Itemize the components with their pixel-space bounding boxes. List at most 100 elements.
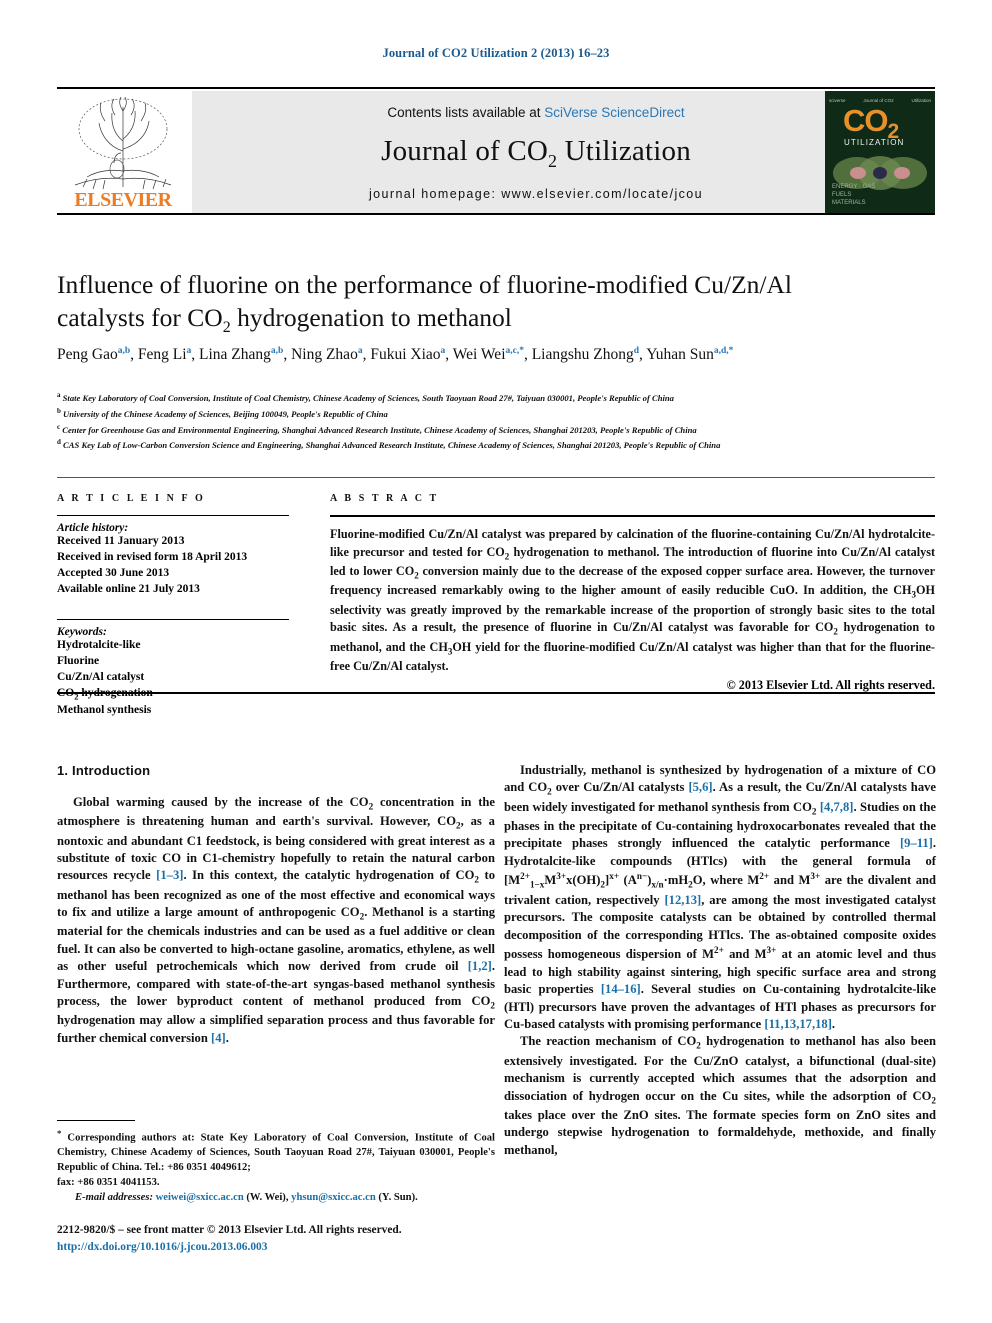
author-affiliation-mark: d bbox=[633, 345, 640, 356]
journal-title-p1: Journal of CO bbox=[381, 135, 549, 167]
keywords-divider bbox=[57, 619, 289, 621]
intro-paragraph-1: Global warming caused by the increase of… bbox=[57, 795, 496, 1045]
article-history-heading: Article history: bbox=[57, 522, 129, 534]
article-title-line2a: catalysts for CO bbox=[57, 303, 223, 333]
author: Ning Zhaoa bbox=[291, 345, 363, 363]
citation-link[interactable]: [14–16] bbox=[601, 982, 641, 996]
body-column-right: Industrially, methanol is synthesized by… bbox=[504, 762, 936, 1159]
affiliation: a State Key Laboratory of Coal Conversio… bbox=[57, 391, 674, 403]
author-affiliation-mark: a,d,* bbox=[713, 345, 734, 356]
journal-title: Journal of CO2 Utilization bbox=[192, 135, 880, 172]
paper-page: Journal of CO2 Utilization 2 (2013) 16–2… bbox=[0, 0, 992, 1323]
affiliation-mark: a bbox=[57, 391, 61, 399]
elsevier-logo: ELSEVIER bbox=[57, 91, 189, 213]
author-affiliation-mark: a bbox=[186, 345, 192, 356]
keywords-block: Keywords: Hydrotalcite-like Fluorine Cu/Zn… bbox=[57, 619, 289, 718]
citation-link[interactable]: [9–11] bbox=[900, 836, 933, 850]
keyword-item: Methanol synthesis bbox=[57, 704, 152, 717]
article-info-label: A R T I C L E I N F O bbox=[57, 493, 206, 504]
affiliation-mark: b bbox=[57, 406, 61, 415]
journal-title-sub: 2 bbox=[548, 150, 558, 171]
journal-title-p2: Utilization bbox=[557, 135, 691, 167]
abstract-divider bbox=[330, 515, 935, 517]
footnote-emails: E-mail addresses: weiwei@sxicc.ac.cn (W.… bbox=[75, 1191, 418, 1203]
footnote-rule bbox=[57, 1120, 135, 1121]
contents-prefix: Contents lists available at bbox=[387, 105, 545, 120]
info-rule-bottom bbox=[57, 692, 935, 694]
article-title-sub: 2 bbox=[222, 319, 231, 337]
keyword-item: Cu/Zn/Al catalyst bbox=[57, 671, 145, 684]
affiliation-mark: c bbox=[57, 422, 61, 431]
footnote-marker: * bbox=[57, 1128, 62, 1138]
email-label: E-mail addresses: bbox=[75, 1191, 153, 1203]
author: Wei Weia,c,* bbox=[452, 345, 524, 363]
cover-co2-text: CO bbox=[843, 103, 888, 138]
affiliation-mark: d bbox=[57, 438, 61, 447]
author: Peng Gaoa,b bbox=[57, 345, 131, 363]
affiliation: c Center for Greenhouse Gas and Environm… bbox=[57, 422, 697, 435]
page-footer: 2212-9820/$ – see front matter © 2013 El… bbox=[57, 1222, 527, 1256]
article-history-item: Received 11 January 2013 bbox=[57, 535, 185, 547]
article-title-line1: Influence of fluorine on the performance… bbox=[57, 270, 792, 299]
contents-available-line: Contents lists available at SciVerse Sci… bbox=[192, 105, 880, 120]
body-column-left: 1. Introduction Global warming caused by… bbox=[57, 762, 495, 1047]
author-affiliation-mark: a,b bbox=[270, 345, 284, 356]
author-list: Peng Gaoa,b, Feng Lia, Lina Zhanga,b, Ni… bbox=[57, 345, 734, 363]
issn-line: 2212-9820/$ – see front matter © 2013 El… bbox=[57, 1224, 402, 1236]
affiliation: b University of the Chinese Academy of S… bbox=[57, 406, 388, 419]
author: Lina Zhanga,b bbox=[199, 345, 284, 363]
citation-link[interactable]: [5,6] bbox=[688, 780, 712, 794]
masthead-band: Contents lists available at SciVerse Sci… bbox=[192, 91, 880, 213]
article-history-item: Accepted 30 June 2013 bbox=[57, 566, 170, 579]
journal-reference: Journal of CO2 Utilization 2 (2013) 16–2… bbox=[0, 46, 992, 61]
keyword-item: CO2 hydrogenation bbox=[57, 687, 153, 702]
citation-link[interactable]: [1,2] bbox=[468, 959, 492, 973]
citation-link[interactable]: [4] bbox=[211, 1031, 226, 1045]
affiliation-list: a State Key Laboratory of Coal Conversio… bbox=[57, 390, 942, 453]
article-info-divider bbox=[57, 515, 289, 516]
keyword-item: Fluorine bbox=[57, 655, 100, 668]
cover-top-left: sciverse bbox=[829, 97, 846, 103]
footnote-fax: fax: +86 0351 4041153. bbox=[57, 1177, 160, 1189]
author: Fukui Xiaoa bbox=[370, 345, 446, 363]
corresponding-author-footnote: * Corresponding authors at: State Key La… bbox=[57, 1120, 495, 1206]
journal-homepage[interactable]: journal homepage: www.elsevier.com/locat… bbox=[192, 187, 880, 201]
info-rule-top bbox=[57, 477, 935, 478]
author-affiliation-mark: a,b bbox=[117, 345, 131, 356]
journal-cover-thumbnail: sciverse Journal of CO2 Utilization CO2 … bbox=[825, 91, 935, 213]
author-affiliation-mark: a,c,* bbox=[505, 345, 524, 356]
elsevier-wordmark: ELSEVIER bbox=[74, 189, 172, 211]
article-history-item: Available online 21 July 2013 bbox=[57, 582, 200, 595]
citation-link[interactable]: [12,13] bbox=[664, 893, 701, 907]
article-history-list: Received 11 January 2013 Received in revi… bbox=[57, 534, 289, 597]
affiliation: d CAS Key Lab of Low-Carbon Conversion S… bbox=[57, 438, 721, 451]
sciencedirect-link[interactable]: SciVerse ScienceDirect bbox=[544, 105, 684, 120]
citation-link[interactable]: [4,7,8] bbox=[820, 800, 854, 814]
section-heading-introduction: 1. Introduction bbox=[57, 763, 151, 778]
article-title: Influence of fluorine on the performance… bbox=[57, 268, 937, 339]
author-affiliation-mark: a bbox=[357, 345, 363, 356]
abstract-text: Fluorine-modified Cu/Zn/Al catalyst was … bbox=[330, 527, 936, 674]
intro-paragraph-3: The reaction mechanism of CO2 hydrogenat… bbox=[504, 1034, 936, 1157]
email-link-wei[interactable]: weiwei@sxicc.ac.cn bbox=[156, 1192, 244, 1203]
cover-top-mid: Journal of CO2 bbox=[863, 97, 894, 103]
doi-link[interactable]: http://dx.doi.org/10.1016/j.jcou.2013.06… bbox=[57, 1241, 267, 1253]
cover-bottom-text: ENERGY · GAS FUELS MATERIALS bbox=[832, 183, 876, 206]
cover-top-right: Utilization bbox=[911, 97, 931, 103]
abstract-label: A B S T R A C T bbox=[330, 493, 439, 504]
article-history-item: Received in revised form 18 April 2013 bbox=[57, 550, 248, 563]
article-info-block: A R T I C L E I N F O Article history: R… bbox=[57, 493, 289, 719]
article-title-line2b: hydrogenation to methanol bbox=[230, 303, 512, 333]
citation-link[interactable]: [1–3] bbox=[156, 868, 183, 882]
journal-reference-text: Journal of CO2 Utilization 2 (2013) 16–2… bbox=[382, 46, 610, 60]
journal-masthead: ELSEVIER Contents lists available at Sci… bbox=[57, 87, 935, 215]
author: Yuhan Suna,d,* bbox=[646, 345, 734, 363]
email-link-sun[interactable]: yhsun@sxicc.ac.cn bbox=[291, 1192, 376, 1203]
citation-link[interactable]: [11,13,17,18] bbox=[764, 1017, 832, 1031]
abstract-block: A B S T R A C T Fluorine-modified Cu/Zn/… bbox=[330, 493, 935, 693]
keyword-item: Hydrotalcite-like bbox=[57, 639, 141, 652]
cover-utilization-text: UTILIZATION bbox=[844, 138, 905, 147]
author: Liangshu Zhongd bbox=[531, 345, 640, 363]
abstract-copyright: © 2013 Elsevier Ltd. All rights reserved… bbox=[726, 677, 935, 692]
keywords-list: Hydrotalcite-like Fluorine Cu/Zn/Al cataly… bbox=[57, 638, 289, 718]
